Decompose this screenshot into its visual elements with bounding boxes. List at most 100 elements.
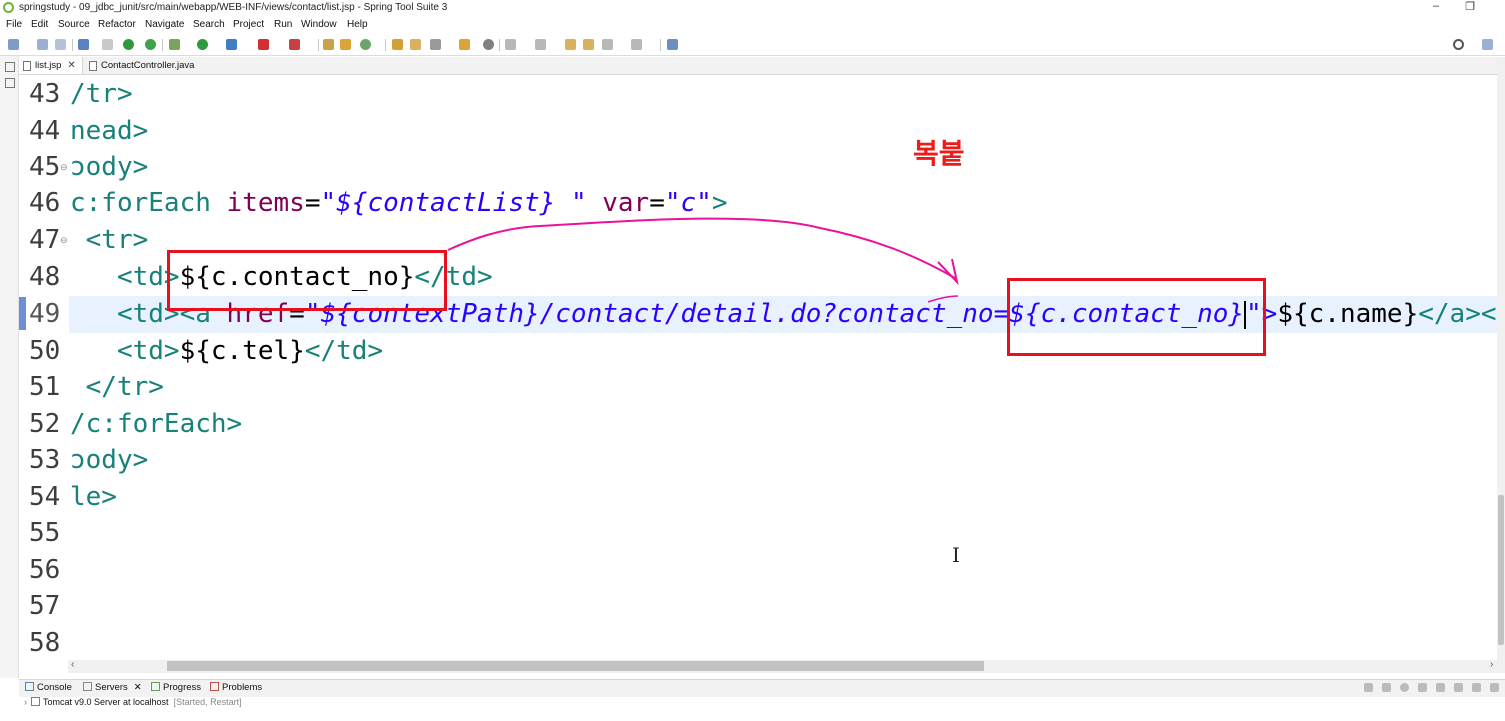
menu-edit[interactable]: Edit [31,19,48,30]
line-code: </tr> [70,372,164,402]
tab-list-jsp[interactable]: list.jsp ✕ [19,57,83,74]
globe-icon[interactable] [483,39,494,50]
close-tab-icon[interactable]: ✕ [134,682,142,693]
restore-button[interactable]: ❐ [1460,0,1480,13]
menu-run[interactable]: Run [274,19,292,30]
tab-problems[interactable]: Problems [210,682,262,693]
scroll-right-icon[interactable]: › [1490,659,1493,670]
line-number: 44 [29,116,61,146]
vertical-scroll-thumb[interactable] [1498,495,1504,645]
skip-breakpoints-icon[interactable] [102,39,113,50]
line-number: 50 [29,336,61,366]
tab-console[interactable]: Console [25,682,72,693]
java-file-icon [89,60,97,71]
el-expression: ${c.name} [1277,299,1419,329]
line-number: 52 [29,409,61,439]
save-all-icon[interactable] [55,39,66,50]
attr-name: var [586,188,650,218]
outline-view-icon[interactable] [5,78,15,88]
fold-toggle-icon[interactable]: ⊖ [60,235,68,246]
el-expression: ${c.tel} [179,336,305,366]
line-number: 48 [29,262,61,292]
coverage-icon[interactable] [226,39,237,50]
back-edit-icon[interactable] [583,39,594,50]
menu-navigate[interactable]: Navigate [145,19,184,30]
open-type-icon[interactable] [392,39,403,50]
menu-window[interactable]: Window [301,19,337,30]
tab-label: Progress [163,682,202,693]
tab-label: Console [37,682,72,693]
next-annotation-icon[interactable] [505,39,516,50]
line-number: 46 [29,188,61,218]
perspective-icon[interactable] [1482,39,1493,50]
menu-file[interactable]: File [6,19,22,30]
tab-contact-controller[interactable]: ContactController.java [85,57,194,74]
menu-project[interactable]: Project [233,19,264,30]
external-tools-icon[interactable] [289,39,300,50]
stop-icon[interactable] [258,39,269,50]
annotation-box-target [1007,278,1266,356]
line-code: ɔody> [70,152,149,182]
servers-icon [83,682,92,691]
tag-close: > [711,188,728,218]
save-icon[interactable] [37,39,48,50]
debug-icon[interactable] [169,39,180,50]
tab-servers[interactable]: Servers ✕ [83,682,142,693]
new-class-icon[interactable] [360,39,371,50]
code-line: 55 [19,515,1497,552]
menu-source[interactable]: Source [58,19,90,30]
minimize-panel-icon[interactable] [1472,683,1481,692]
previous-annotation-icon[interactable] [535,39,546,50]
debug-server-icon[interactable] [1382,683,1391,692]
line-number: 51 [29,372,61,402]
server-row[interactable]: › Tomcat v9.0 Server at localhost [Starte… [19,697,242,707]
console-icon [25,682,34,691]
menu-refactor[interactable]: Refactor [98,19,136,30]
equals: = [304,188,321,218]
profile-server-icon[interactable] [1418,683,1427,692]
run-icon[interactable] [197,39,208,50]
close-tab-icon[interactable]: ✕ [67,60,75,71]
attr-name: items [226,188,305,218]
new-server-icon[interactable] [323,39,334,50]
back-icon[interactable] [602,39,613,50]
last-edit-icon[interactable] [565,39,576,50]
tab-progress[interactable]: Progress [151,682,201,693]
line-number: 56 [29,555,61,585]
restore-view-icon[interactable] [5,62,15,72]
search-icon[interactable] [1453,39,1464,50]
start-server-icon[interactable] [1400,683,1409,692]
line-number: 45 [29,152,61,182]
annotate-icon[interactable] [430,39,441,50]
new-package-icon[interactable] [340,39,351,50]
menu-help[interactable]: Help [347,19,368,30]
forward-icon[interactable] [631,39,642,50]
spring-boot-icon[interactable] [123,39,134,50]
progress-icon [151,682,160,691]
fold-toggle-icon[interactable]: ⊖ [60,162,68,173]
annotation-box-source [167,250,447,311]
minimize-button[interactable]: – [1426,0,1446,12]
line-code: le> [70,482,117,512]
menu-search[interactable]: Search [193,19,225,30]
terminal-icon[interactable] [78,39,89,50]
open-folder-icon[interactable] [459,39,470,50]
scroll-left-icon[interactable]: ‹ [71,659,74,670]
pin-editor-icon[interactable] [667,39,678,50]
expand-icon[interactable]: › [24,697,27,707]
new-icon[interactable] [8,39,19,50]
code-line: 53 ɔody> [19,442,1497,479]
code-editor[interactable]: 43 /tr> 44 nead> 45 ⊖ ɔody> 46 c:forEach… [19,75,1497,660]
open-resource-icon[interactable] [410,39,421,50]
view-menu-icon[interactable] [1364,683,1373,692]
code-line: 57 [19,588,1497,625]
publish-icon[interactable] [1454,683,1463,692]
line-number: 58 [29,628,61,658]
stop-server-icon[interactable] [1436,683,1445,692]
line-number: 43 [29,79,61,109]
horizontal-scroll-thumb[interactable] [167,661,984,671]
maximize-panel-icon[interactable] [1490,683,1499,692]
annotation-note: 복붙 [913,137,965,170]
tab-label: Servers [95,682,128,693]
refresh-icon[interactable] [145,39,156,50]
